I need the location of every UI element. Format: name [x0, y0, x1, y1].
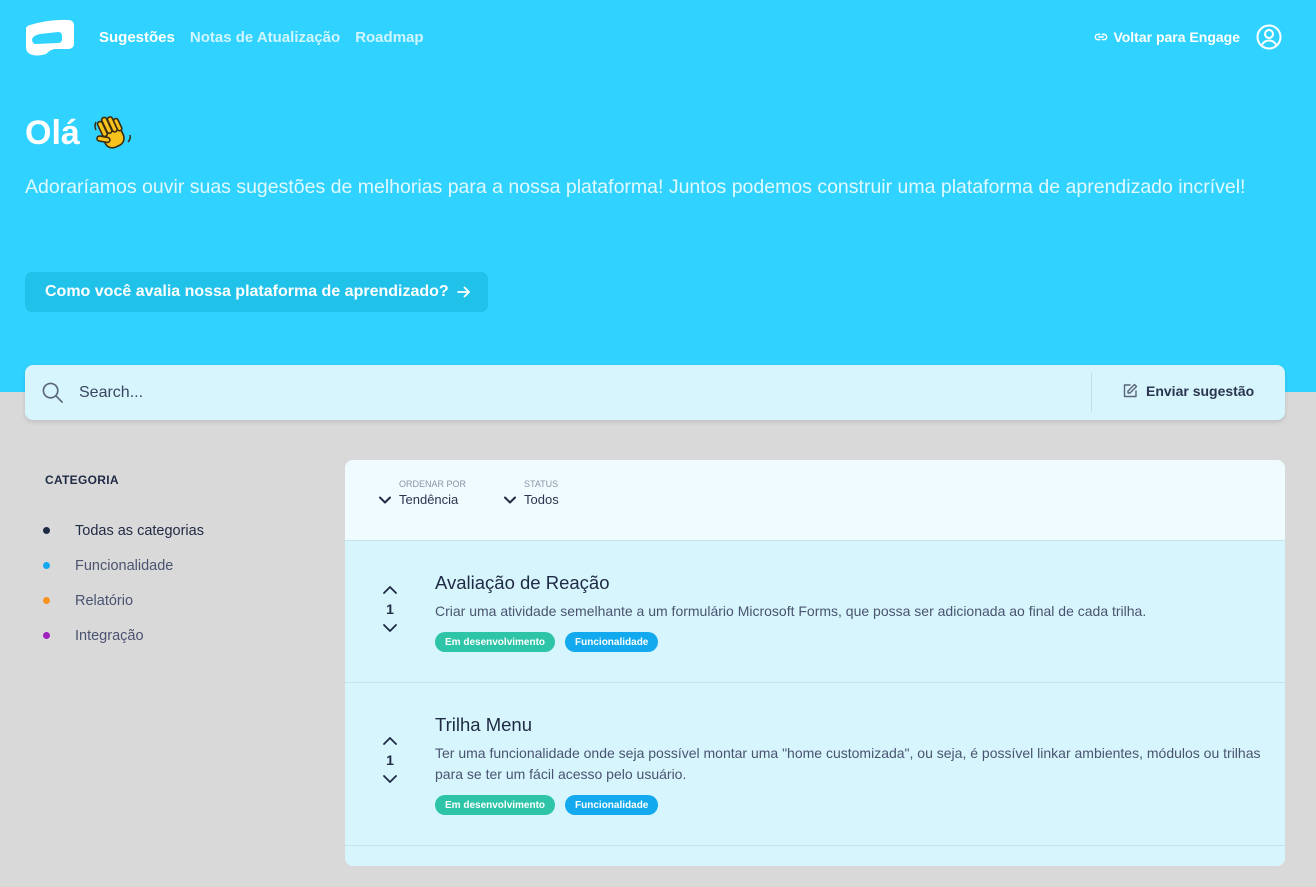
engage-logo[interactable]: [24, 17, 76, 57]
suggestion-description: Criar uma atividade semelhante a um form…: [435, 603, 1147, 619]
status-value: Todos: [524, 492, 559, 507]
send-suggestion-label: Enviar sugestão: [1146, 383, 1255, 399]
search-icon: [42, 382, 63, 403]
rate-platform-label: Como você avalia nossa plataforma de apr…: [45, 283, 449, 300]
suggestion-title[interactable]: Trilha Menu: [435, 714, 532, 736]
sort-label: ORDENAR POR: [399, 479, 467, 489]
category-list: Todas as categorias Funcionalidade Relat…: [43, 513, 204, 653]
category-heading: CATEGORIA: [45, 473, 119, 487]
rate-platform-button[interactable]: Como você avalia nossa plataforma de apr…: [25, 272, 488, 312]
edit-icon: [1123, 383, 1138, 398]
vote-control: 1: [380, 732, 400, 788]
vote-control: 1: [380, 581, 400, 637]
nav-roadmap[interactable]: Roadmap: [355, 29, 423, 46]
search-divider: [1091, 373, 1092, 412]
category-dot: [43, 597, 50, 604]
category-dot: [43, 527, 50, 534]
category-label: Integração: [75, 627, 144, 644]
suggestion-tags: Em desenvolvimento Funcionalidade: [435, 632, 659, 652]
downvote-chevron-icon[interactable]: [381, 619, 399, 637]
nav-sugestoes[interactable]: Sugestões: [99, 29, 175, 46]
category-label: Funcionalidade: [75, 557, 174, 574]
suggestion-description: Ter uma funcionalidade onde seja possíve…: [435, 745, 1261, 782]
suggestion-item: 1 Avaliação de Reação Criar uma atividad…: [345, 541, 1285, 683]
arrow-right-icon: [456, 286, 470, 298]
category-badge: Funcionalidade: [565, 632, 659, 652]
user-avatar-icon[interactable]: [1256, 24, 1282, 50]
vote-count: 1: [386, 752, 394, 768]
intro-text: Adoraríamos ouvir suas sugestões de melh…: [25, 176, 1246, 198]
category-dot: [43, 632, 50, 639]
category-item-integracao[interactable]: Integração: [43, 608, 204, 653]
back-to-engage-link[interactable]: Voltar para Engage: [1094, 29, 1240, 45]
upvote-chevron-icon[interactable]: [381, 732, 399, 750]
downvote-chevron-icon[interactable]: [381, 770, 399, 788]
send-suggestion-button[interactable]: Enviar sugestão: [1122, 383, 1254, 399]
suggestion-tags: Em desenvolvimento Funcionalidade: [435, 795, 659, 815]
link-icon: [1095, 33, 1108, 41]
category-label: Todas as categorias: [75, 522, 204, 539]
back-to-engage-label: Voltar para Engage: [1113, 29, 1240, 45]
category-dot: [43, 562, 50, 569]
status-label: STATUS: [524, 479, 559, 489]
filter-bar: ORDENAR POR Tendência STATUS Todos: [345, 460, 1285, 541]
main-nav: Sugestões Notas de Atualização Roadmap: [99, 29, 424, 46]
greeting-title: Olá: [25, 112, 134, 154]
category-label: Relatório: [75, 592, 134, 609]
status-badge: Em desenvolvimento: [435, 795, 556, 815]
chevron-down-icon: [504, 496, 516, 504]
suggestion-item: 1 Trilha Menu Ter uma funcionalidade ond…: [345, 683, 1285, 846]
search-bar: Enviar sugestão: [25, 365, 1285, 420]
nav-notas-de-atualizacao[interactable]: Notas de Atualização: [190, 29, 340, 46]
greeting-text: Olá: [25, 113, 80, 152]
upvote-chevron-icon[interactable]: [381, 581, 399, 599]
sort-value: Tendência: [399, 492, 459, 507]
search-input[interactable]: [79, 375, 1079, 410]
category-badge: Funcionalidade: [565, 795, 659, 815]
vote-count: 1: [386, 601, 394, 617]
chevron-down-icon: [379, 496, 391, 504]
status-badge: Em desenvolvimento: [435, 632, 556, 652]
suggestion-title[interactable]: Avaliação de Reação: [435, 572, 610, 594]
waving-hand-icon: [94, 116, 131, 149]
suggestions-panel: ORDENAR POR Tendência STATUS Todos 1 Ava…: [345, 460, 1285, 866]
